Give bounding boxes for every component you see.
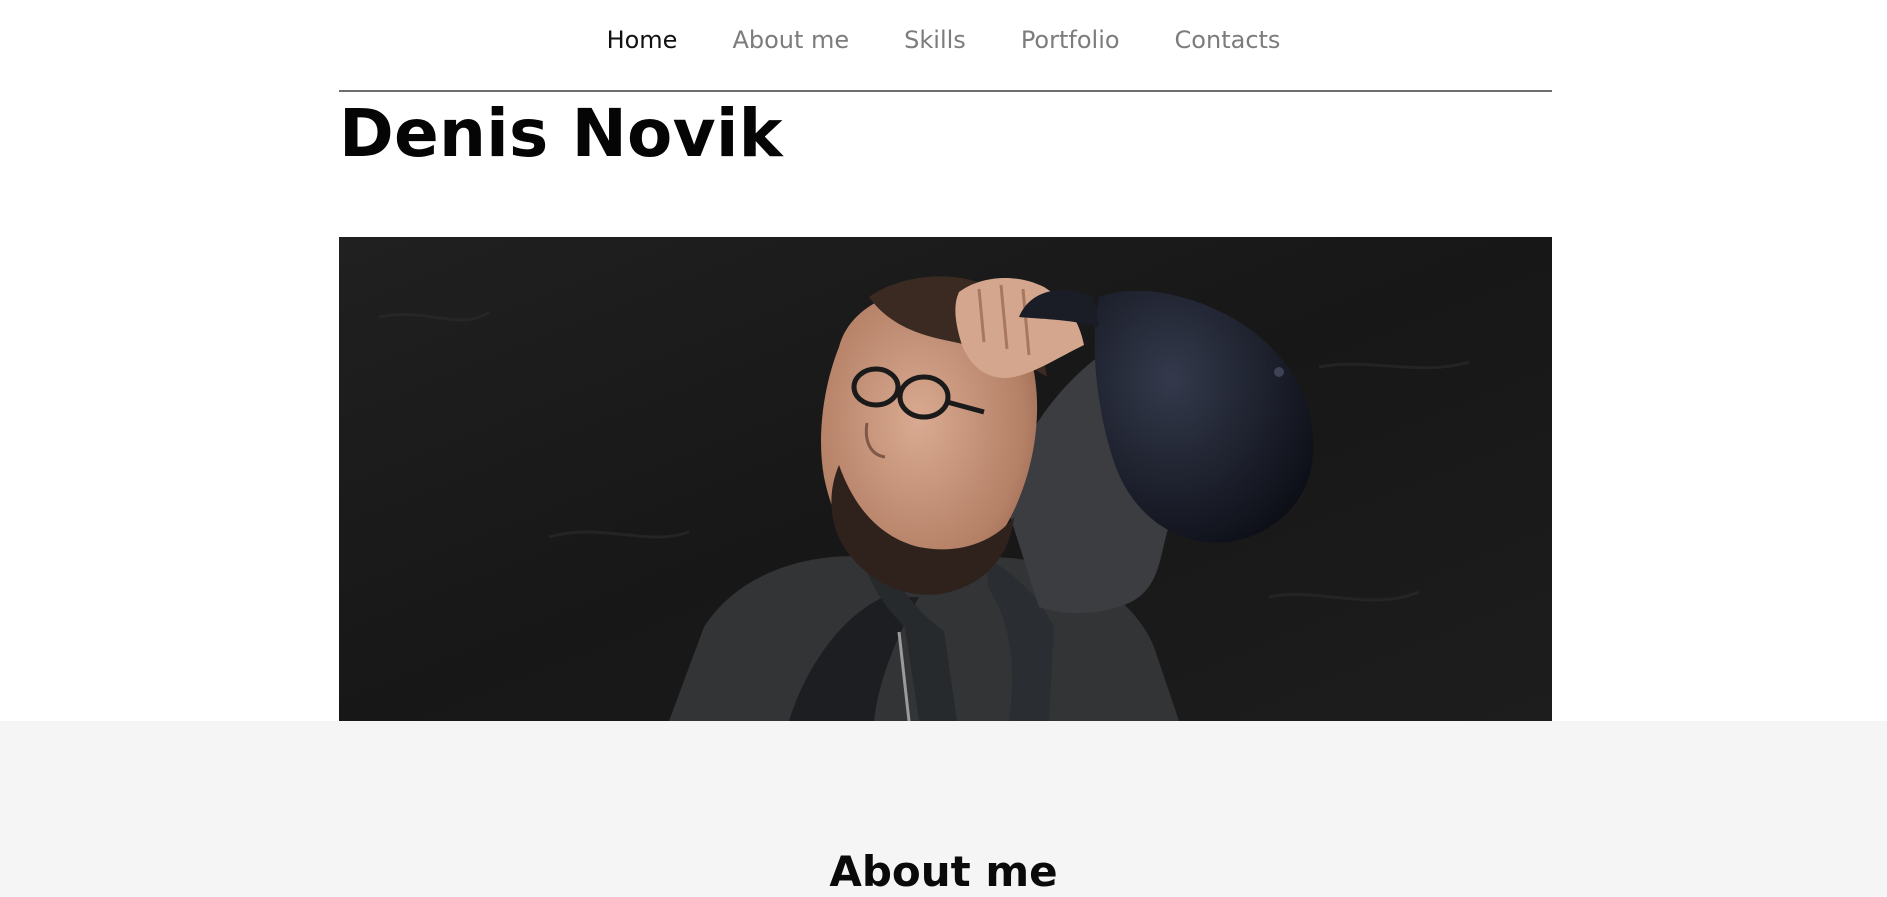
hero-portrait-photo bbox=[339, 237, 1552, 721]
nav-link-home[interactable]: Home bbox=[607, 26, 678, 54]
nav-menu: Home About me Skills Portfolio Contacts bbox=[0, 26, 1887, 54]
nav-item-about: About me bbox=[732, 26, 849, 54]
nav-item-contacts: Contacts bbox=[1175, 26, 1281, 54]
nav-link-portfolio[interactable]: Portfolio bbox=[1021, 26, 1120, 54]
nav-item-skills: Skills bbox=[904, 26, 966, 54]
about-section: About me bbox=[0, 721, 1887, 897]
nav-link-skills[interactable]: Skills bbox=[904, 26, 966, 54]
top-navigation: Home About me Skills Portfolio Contacts bbox=[0, 0, 1887, 88]
cap-eyelet bbox=[1274, 367, 1284, 377]
nav-link-about[interactable]: About me bbox=[732, 26, 849, 54]
about-title: About me bbox=[829, 847, 1058, 896]
nav-item-portfolio: Portfolio bbox=[1021, 26, 1120, 54]
nav-divider bbox=[339, 90, 1552, 92]
nav-item-home: Home bbox=[607, 26, 678, 54]
portrait-photo-illustration bbox=[339, 237, 1552, 721]
hero-title: Denis Novik bbox=[339, 95, 783, 172]
nav-link-contacts[interactable]: Contacts bbox=[1175, 26, 1281, 54]
